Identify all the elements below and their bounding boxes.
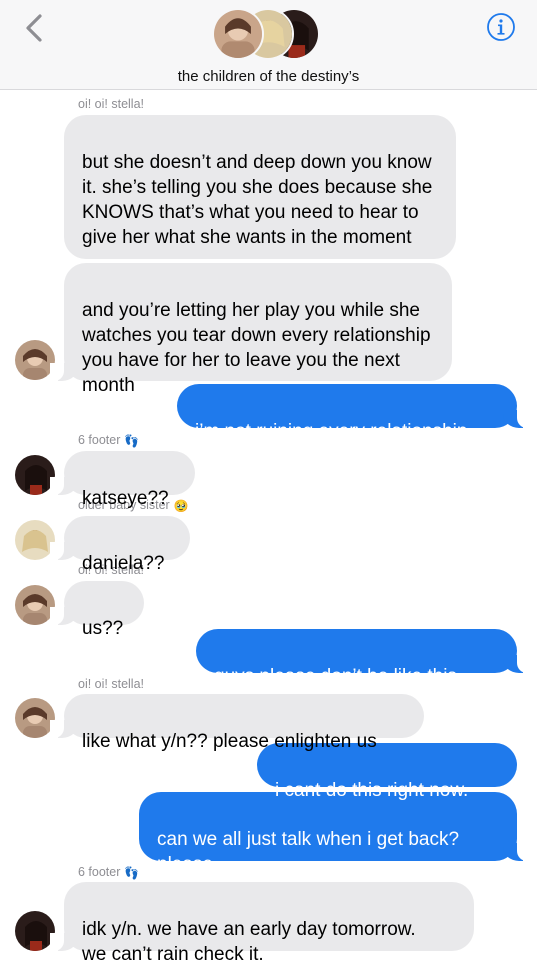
footprints-emoji: 👣 — [124, 434, 140, 448]
message-thread[interactable]: oi! oi! stella! but she doesn’t and deep… — [0, 91, 537, 960]
incoming-message[interactable]: but she doesn’t and deep down you know i… — [64, 115, 456, 259]
group-name[interactable]: the children of the destiny’s — [0, 68, 537, 85]
message-text: but she doesn’t and deep down you know i… — [82, 152, 433, 248]
chevron-left-icon — [26, 14, 42, 42]
info-icon — [487, 13, 515, 41]
avatar[interactable] — [15, 520, 55, 560]
sender-name: 6 footer 👣 — [78, 865, 139, 880]
message-text: and you’re letting her play you while sh… — [82, 300, 431, 396]
message-text: like what y/n?? please enlighten us — [82, 731, 377, 752]
group-avatar-stack[interactable] — [212, 8, 322, 62]
incoming-message[interactable]: idk y/n. we have an early day tomorrow. … — [50, 882, 474, 960]
avatar[interactable] — [15, 455, 55, 495]
group-member-avatar — [212, 8, 264, 60]
incoming-message[interactable]: daniela?? — [50, 516, 190, 574]
avatar[interactable] — [15, 585, 55, 625]
message-text: daniela?? — [82, 553, 165, 574]
sender-name: 6 footer 👣 — [78, 433, 139, 448]
pleading-face-emoji: 🥹 — [173, 499, 189, 513]
incoming-message[interactable]: katseye?? — [50, 451, 195, 509]
sender-name-text: 6 footer — [78, 865, 121, 879]
sender-name-text: 6 footer — [78, 433, 121, 447]
message-text: guys please don’t be like this. — [214, 666, 463, 687]
message-text: katseye?? — [82, 488, 169, 509]
incoming-message[interactable]: us?? — [50, 581, 144, 639]
message-text: i’m not ruining every relationship — [195, 421, 468, 442]
footprints-emoji: 👣 — [124, 866, 140, 880]
info-button[interactable] — [486, 12, 516, 42]
sender-name: oi! oi! stella! — [78, 97, 145, 111]
incoming-message[interactable]: like what y/n?? please enlighten us — [50, 694, 424, 752]
avatar[interactable] — [15, 340, 55, 380]
back-button[interactable] — [20, 10, 50, 46]
avatar[interactable] — [15, 698, 55, 738]
incoming-message[interactable]: and you’re letting her play you while sh… — [50, 263, 452, 396]
outgoing-message[interactable]: guys please don’t be like this. — [196, 629, 531, 687]
message-text: us?? — [82, 618, 124, 639]
avatar[interactable] — [15, 911, 55, 951]
message-text: idk y/n. we have an early day tomorrow. … — [82, 919, 416, 960]
message-text: can we all just talk when i get back? pl… — [157, 829, 460, 875]
outgoing-message[interactable]: can we all just talk when i get back? pl… — [139, 792, 531, 875]
message-text: i cant do this right now. — [275, 780, 469, 801]
sender-name: oi! oi! stella! — [78, 677, 145, 691]
chat-header: the children of the destiny’s — [0, 0, 537, 90]
outgoing-message[interactable]: i’m not ruining every relationship — [177, 384, 531, 442]
